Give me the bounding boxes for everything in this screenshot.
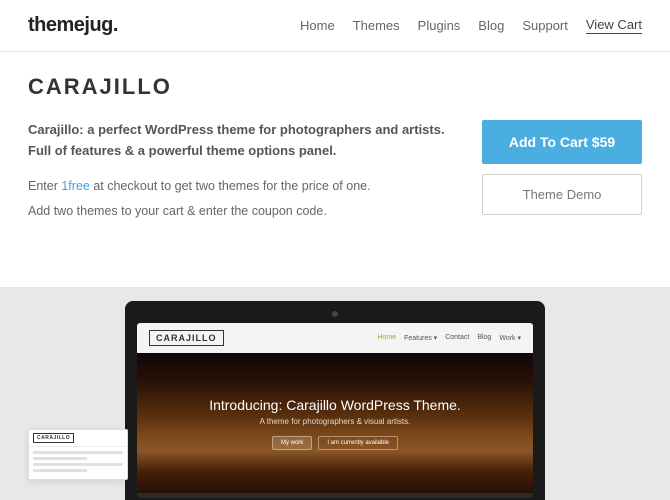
coupon-prefix: Enter xyxy=(28,179,61,193)
nav-plugins[interactable]: Plugins xyxy=(418,18,461,33)
theme-inner-hero: Introducing: Carajillo WordPress Theme. … xyxy=(137,353,533,493)
theme-inner-logo: CARAJILLO xyxy=(149,330,224,346)
nav-support[interactable]: Support xyxy=(522,18,568,33)
theme-nav-contact: Contact xyxy=(445,334,469,342)
coupon-code-link[interactable]: 1free xyxy=(61,179,90,193)
product-title: CARAJILLO xyxy=(28,74,642,100)
product-description: Carajillo: a perfect WordPress theme for… xyxy=(28,120,458,226)
theme-inner-header: CARAJILLO Home Features ▾ Contact Blog W… xyxy=(137,323,533,353)
small-preview-header: CARAJILLO xyxy=(29,430,127,447)
nav-themes[interactable]: Themes xyxy=(353,18,400,33)
theme-nav-features: Features ▾ xyxy=(404,334,437,342)
theme-nav-work: Work ▾ xyxy=(499,334,521,342)
coupon-line2: Add two themes to your cart & enter the … xyxy=(28,201,458,221)
hero-content: Introducing: Carajillo WordPress Theme. … xyxy=(209,397,461,450)
preview-line-3 xyxy=(33,463,123,466)
nav-view-cart[interactable]: View Cart xyxy=(586,17,642,34)
site-logo[interactable]: themejug. xyxy=(28,14,118,37)
product-desc-text: Carajillo: a perfect WordPress theme for… xyxy=(28,120,458,162)
main-content: CARAJILLO Carajillo: a perfect WordPress… xyxy=(0,52,670,287)
hero-buttons: My work I am currently available xyxy=(209,436,461,450)
preview-line-2 xyxy=(33,457,87,460)
hero-btn2: I am currently available xyxy=(318,436,398,450)
hero-btn1: My work xyxy=(272,436,312,450)
preview-line-4 xyxy=(33,469,87,472)
preview-section: CARAJILLO Home Features ▾ Contact Blog W… xyxy=(0,287,670,500)
nav-blog[interactable]: Blog xyxy=(478,18,504,33)
hero-title: Introducing: Carajillo WordPress Theme. xyxy=(209,397,461,413)
laptop-outer: CARAJILLO Home Features ▾ Contact Blog W… xyxy=(125,301,545,500)
theme-inner-nav: Home Features ▾ Contact Blog Work ▾ xyxy=(377,334,521,342)
page-wrapper: themejug. Home Themes Plugins Blog Suppo… xyxy=(0,0,670,500)
theme-demo-button[interactable]: Theme Demo xyxy=(482,174,642,215)
laptop-mockup: CARAJILLO Home Features ▾ Contact Blog W… xyxy=(125,301,545,500)
product-actions: Add To Cart $59 Theme Demo xyxy=(482,120,642,226)
main-nav: Home Themes Plugins Blog Support View Ca… xyxy=(300,17,642,34)
site-header: themejug. Home Themes Plugins Blog Suppo… xyxy=(0,0,670,52)
laptop-camera xyxy=(332,311,338,317)
theme-nav-home: Home xyxy=(377,334,396,342)
preview-line-1 xyxy=(33,451,123,454)
small-preview-card: CARAJILLO xyxy=(28,429,128,480)
theme-nav-blog: Blog xyxy=(477,334,491,342)
add-to-cart-button[interactable]: Add To Cart $59 xyxy=(482,120,642,164)
coupon-line1: Enter 1free at checkout to get two theme… xyxy=(28,176,458,196)
nav-home[interactable]: Home xyxy=(300,18,335,33)
small-preview-logo: CARAJILLO xyxy=(33,433,74,443)
laptop-screen: CARAJILLO Home Features ▾ Contact Blog W… xyxy=(137,323,533,498)
small-preview-body xyxy=(29,447,127,479)
hero-subtitle: A theme for photographers & visual artis… xyxy=(209,417,461,426)
product-body: Carajillo: a perfect WordPress theme for… xyxy=(28,120,642,226)
coupon-suffix: at checkout to get two themes for the pr… xyxy=(90,179,371,193)
preview-inner: CARAJILLO Home Features ▾ Contact Blog W… xyxy=(0,287,670,500)
